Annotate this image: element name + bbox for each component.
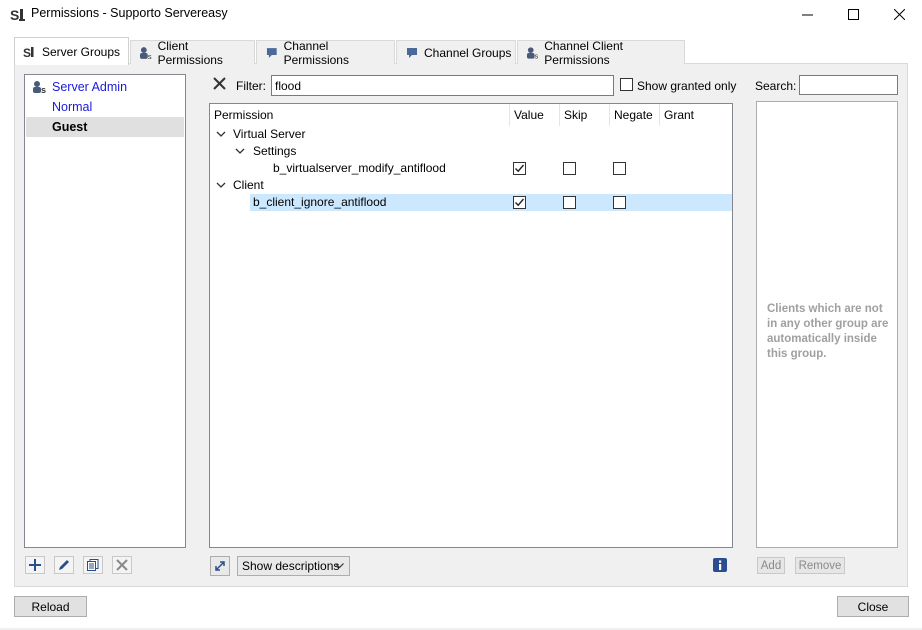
column-header-value[interactable]: Value xyxy=(510,104,560,126)
admin-icon: s xyxy=(32,80,48,97)
value-checkbox[interactable] xyxy=(513,196,526,209)
chevron-down-icon xyxy=(335,563,344,569)
clear-filter-button[interactable] xyxy=(213,77,226,93)
header-label: Value xyxy=(514,108,544,122)
channel-icon xyxy=(407,47,417,58)
tab-channel-groups[interactable]: Channel Groups xyxy=(396,40,516,64)
expand-arrows-icon xyxy=(215,561,225,571)
remove-client-button[interactable]: Remove xyxy=(795,557,845,574)
value-checkbox[interactable] xyxy=(513,162,526,175)
chevron-down-icon xyxy=(216,182,226,188)
maximize-button[interactable] xyxy=(830,0,876,28)
minimize-button[interactable] xyxy=(784,0,830,28)
svg-text:s: s xyxy=(148,51,152,59)
server-group-icon: S xyxy=(23,46,34,59)
close-icon xyxy=(213,77,226,90)
expand-all-button[interactable] xyxy=(210,556,230,576)
tab-label: Channel Permissions xyxy=(283,38,349,67)
client-icon: s xyxy=(526,46,539,60)
group-item-server-admin[interactable]: s Server Admin xyxy=(26,77,184,97)
checkmark-icon xyxy=(515,164,525,173)
tab-client-permissions[interactable]: s Client Permissions xyxy=(130,38,255,67)
tab-label: Server Groups xyxy=(42,44,121,59)
column-header-grant[interactable]: Grant xyxy=(660,104,732,126)
search-label: Search: xyxy=(755,79,797,93)
negate-checkbox[interactable] xyxy=(613,162,626,175)
header-label: Permission xyxy=(214,108,274,122)
group-label: Server Admin xyxy=(52,80,128,94)
close-button[interactable]: Close xyxy=(837,596,909,617)
descriptions-select[interactable]: Show descriptions xyxy=(237,556,350,576)
info-icon[interactable] xyxy=(713,558,727,572)
header-label: Negate xyxy=(614,108,653,122)
chevron-down-icon xyxy=(235,148,245,154)
tab-server-groups[interactable]: S Server Groups xyxy=(14,37,129,65)
window-title: Permissions - Supporto Servereasy xyxy=(31,6,228,20)
edit-icon xyxy=(59,560,69,570)
tree-row-label: b_virtualserver_modify_antiflood xyxy=(273,161,446,175)
tab-label: Channel Client Permissions xyxy=(544,38,623,67)
group-label: Normal xyxy=(52,100,93,114)
tree-row-group[interactable]: Virtual Server xyxy=(210,126,732,143)
svg-text:S: S xyxy=(23,46,31,59)
copy-group-button[interactable] xyxy=(83,556,103,574)
delete-icon xyxy=(116,559,128,571)
rename-group-button[interactable] xyxy=(54,556,74,574)
show-granted-label: Show granted only xyxy=(637,79,737,93)
svg-text:s: s xyxy=(535,51,539,59)
group-item-normal[interactable]: Normal xyxy=(26,97,184,117)
tree-row-label: Virtual Server xyxy=(233,127,306,141)
column-header-skip[interactable]: Skip xyxy=(560,104,610,126)
header-label: Skip xyxy=(564,108,588,122)
tree-row-label: Client xyxy=(233,178,264,192)
tab-channel-client-permissions[interactable]: s Channel Client Permissions xyxy=(517,38,685,67)
descriptions-select-value: Show descriptions xyxy=(242,559,340,573)
channel-icon xyxy=(266,47,277,58)
client-list-empty-note: Clients which are not in any other group… xyxy=(767,303,889,360)
svg-text:S: S xyxy=(10,7,19,23)
svg-text:s: s xyxy=(41,85,46,94)
tree-row-permission[interactable]: b_virtualserver_modify_antiflood xyxy=(210,160,732,177)
chevron-down-icon xyxy=(216,131,226,137)
show-granted-checkbox[interactable] xyxy=(620,78,633,91)
delete-group-button[interactable] xyxy=(112,556,132,574)
group-label: Guest xyxy=(52,120,88,134)
negate-checkbox[interactable] xyxy=(613,196,626,209)
reload-button[interactable]: Reload xyxy=(14,596,87,617)
tab-label: Client Permissions xyxy=(157,38,223,67)
tree-row-label: b_client_ignore_antiflood xyxy=(253,195,387,209)
tab-channel-permissions[interactable]: Channel Permissions xyxy=(256,38,395,67)
checkmark-icon xyxy=(515,198,525,207)
add-client-button[interactable]: Add xyxy=(757,557,785,574)
tree-row-label: Settings xyxy=(253,144,297,158)
column-header-negate[interactable]: Negate xyxy=(610,104,660,126)
header-label: Grant xyxy=(664,108,695,122)
group-item-guest[interactable]: Guest xyxy=(26,117,184,137)
skip-checkbox[interactable] xyxy=(563,196,576,209)
tree-row-permission-selected[interactable]: b_client_ignore_antiflood xyxy=(210,194,732,211)
client-search-input[interactable] xyxy=(799,75,898,95)
teamspeak-icon: S xyxy=(10,6,26,23)
skip-checkbox[interactable] xyxy=(563,162,576,175)
filter-input[interactable] xyxy=(271,75,614,96)
add-group-button[interactable] xyxy=(25,556,45,574)
close-window-button[interactable] xyxy=(876,0,922,28)
tree-row-group[interactable]: Settings xyxy=(210,143,732,160)
tree-row-group[interactable]: Client xyxy=(210,177,732,194)
column-header-permission[interactable]: Permission xyxy=(210,104,510,126)
filter-label: Filter: xyxy=(236,79,266,93)
tab-strip: S Server Groups s Client Permissions Cha… xyxy=(14,37,894,67)
add-icon xyxy=(29,559,41,571)
permission-tree[interactable]: Permission Value Skip Negate Grant Virtu… xyxy=(209,103,733,548)
server-group-list[interactable]: s Server Admin Normal Guest xyxy=(24,74,186,548)
client-icon: s xyxy=(139,46,152,60)
tab-label: Channel Groups xyxy=(424,45,512,60)
copy-icon xyxy=(87,559,99,571)
